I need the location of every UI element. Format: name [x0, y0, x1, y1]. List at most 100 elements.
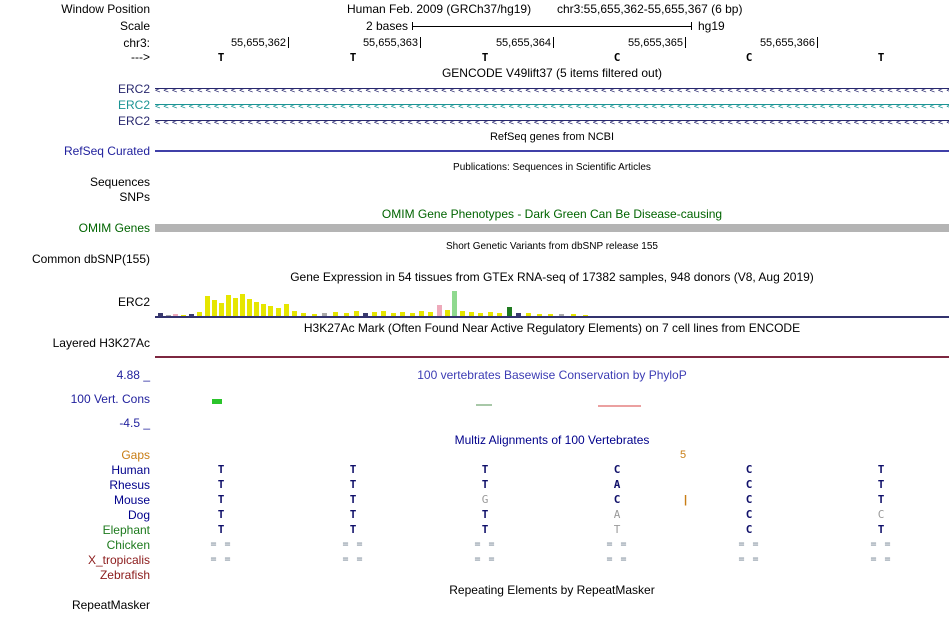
multiz-species-label[interactable]: X_tropicalis	[0, 553, 150, 567]
gap-count: 5	[680, 449, 687, 461]
multiz-species-label[interactable]: Zebrafish	[0, 568, 150, 582]
refseq-header: RefSeq genes from NCBI	[489, 131, 615, 143]
alignment-cell: G	[481, 493, 489, 506]
base-letter: C	[613, 51, 621, 64]
ruler-tick	[553, 37, 554, 48]
omim-header: OMIM Gene Phenotypes - Dark Green Can Be…	[381, 207, 723, 221]
scale-bar-right-tick	[691, 22, 692, 30]
h3k27ac-label[interactable]: Layered H3K27Ac	[0, 336, 150, 350]
gene-track-row[interactable]: <<<<<<<<<<<<<<<<<<<<<<<<<<<<<<<<<<<<<<<<…	[155, 82, 949, 95]
publications-header: Publications: Sequences in Scientific Ar…	[453, 162, 651, 173]
repeatmasker-label[interactable]: RepeatMasker	[0, 598, 150, 612]
gene-track-label-2[interactable]: ERC2	[0, 98, 150, 112]
alignment-cell: = =	[606, 539, 628, 550]
scale-value: 2 bases	[365, 19, 408, 33]
alignment-cell: = =	[342, 539, 364, 550]
gtex-gene-label[interactable]: ERC2	[0, 295, 150, 309]
alignment-cell: = =	[738, 539, 760, 550]
alignment-cell: T	[877, 463, 885, 476]
ruler-tick	[420, 37, 421, 48]
ruler-tick	[685, 37, 686, 48]
multiz-species-label[interactable]: Gaps	[0, 448, 150, 462]
phylop-mark	[476, 404, 492, 406]
gtex-bar	[240, 294, 245, 317]
alignment-cell: T	[217, 478, 225, 491]
multiz-species-label[interactable]: Chicken	[0, 538, 150, 552]
gtex-baseline	[155, 316, 949, 318]
alignment-cell: = =	[210, 554, 232, 565]
multiz-species-label[interactable]: Human	[0, 463, 150, 477]
gtex-bar	[452, 291, 457, 317]
chrom-label: chr3:	[123, 36, 150, 50]
snps-label[interactable]: SNPs	[0, 190, 150, 204]
multiz-species-label[interactable]: Elephant	[0, 523, 150, 537]
alignment-cell: T	[349, 508, 357, 521]
alignment-cell: A	[613, 508, 621, 521]
base-letter: T	[349, 51, 357, 64]
alignment-cell: C	[745, 478, 753, 491]
gtex-bar	[233, 298, 238, 317]
alignment-cell: C	[745, 493, 753, 506]
gene-track-label-1[interactable]: ERC2	[0, 82, 150, 96]
gene-track-label-3[interactable]: ERC2	[0, 114, 150, 128]
alignment-cell: A	[613, 478, 621, 491]
alignment-cell: T	[217, 493, 225, 506]
alignment-cell: T	[481, 523, 489, 536]
multiz-header: Multiz Alignments of 100 Vertebrates	[454, 433, 650, 447]
multiz-species-label[interactable]: Dog	[0, 508, 150, 522]
gtex-bar	[205, 296, 210, 317]
gtex-bar	[226, 295, 231, 317]
alignment-cell: = =	[474, 539, 496, 550]
alignment-cell: = =	[342, 554, 364, 565]
dbsnp-label[interactable]: Common dbSNP(155)	[0, 252, 150, 266]
alignment-cell: T	[613, 523, 621, 536]
alignment-cell: T	[349, 493, 357, 506]
scale-bar	[412, 26, 692, 27]
base-letter: T	[481, 51, 489, 64]
scale-bar-left-tick	[412, 22, 413, 30]
ruler-tick	[817, 37, 818, 48]
dbsnp-header: Short Genetic Variants from dbSNP releas…	[446, 241, 658, 252]
refseq-curated-label[interactable]: RefSeq Curated	[0, 144, 150, 158]
cons-track-label[interactable]: 100 Vert. Cons	[0, 392, 150, 406]
multiz-species-label[interactable]: Mouse	[0, 493, 150, 507]
alignment-cell: T	[349, 478, 357, 491]
alignment-cell: T	[877, 523, 885, 536]
ruler-tick	[288, 37, 289, 48]
h3k27ac-track[interactable]	[155, 356, 949, 358]
gtex-bar	[254, 302, 259, 317]
gene-track-row[interactable]: <<<<<<<<<<<<<<<<<<<<<<<<<<<<<<<<<<<<<<<<…	[155, 98, 949, 111]
alignment-cell: = =	[210, 539, 232, 550]
base-letter: T	[877, 51, 885, 64]
direction-arrows: <<<<<<<<<<<<<<<<<<<<<<<<<<<<<<<<<<<<<<<<…	[155, 102, 949, 111]
cons-max-label: 4.88 _	[116, 368, 150, 382]
alignment-cell: = =	[738, 554, 760, 565]
cons-min-label: -4.5 _	[119, 416, 150, 430]
base-letter: T	[217, 51, 225, 64]
sequences-label[interactable]: Sequences	[0, 175, 150, 189]
alignment-cell: T	[481, 478, 489, 491]
ruler-tick-label: 55,655,365	[627, 37, 683, 49]
alignment-cell: T	[217, 508, 225, 521]
omim-genes-track[interactable]	[155, 224, 949, 232]
omim-genes-label[interactable]: OMIM Genes	[0, 221, 150, 235]
alignment-cell: = =	[606, 554, 628, 565]
alignment-cell: C	[745, 508, 753, 521]
alignment-cell: = =	[870, 554, 892, 565]
phylop-mark	[212, 399, 222, 404]
assembly-title: Human Feb. 2009 (GRCh37/hg19)	[347, 2, 532, 16]
gencode-header: GENCODE V49lift37 (5 items filtered out)	[441, 66, 663, 80]
multiz-species-label[interactable]: Rhesus	[0, 478, 150, 492]
insertion-marker: |	[684, 494, 688, 506]
direction-arrows: <<<<<<<<<<<<<<<<<<<<<<<<<<<<<<<<<<<<<<<<…	[155, 86, 949, 95]
refseq-curated-track[interactable]	[155, 150, 949, 152]
alignment-cell: C	[745, 523, 753, 536]
alignment-cell: T	[217, 523, 225, 536]
gene-track-row[interactable]: <<<<<<<<<<<<<<<<<<<<<<<<<<<<<<<<<<<<<<<<…	[155, 114, 949, 127]
alignment-cell: C	[613, 493, 621, 506]
ruler-tick-label: 55,655,364	[495, 37, 551, 49]
alignment-cell: C	[745, 463, 753, 476]
alignment-cell: T	[349, 463, 357, 476]
genome-browser: Window Position Human Feb. 2009 (GRCh37/…	[0, 0, 950, 628]
repeatmasker-header: Repeating Elements by RepeatMasker	[449, 583, 655, 597]
